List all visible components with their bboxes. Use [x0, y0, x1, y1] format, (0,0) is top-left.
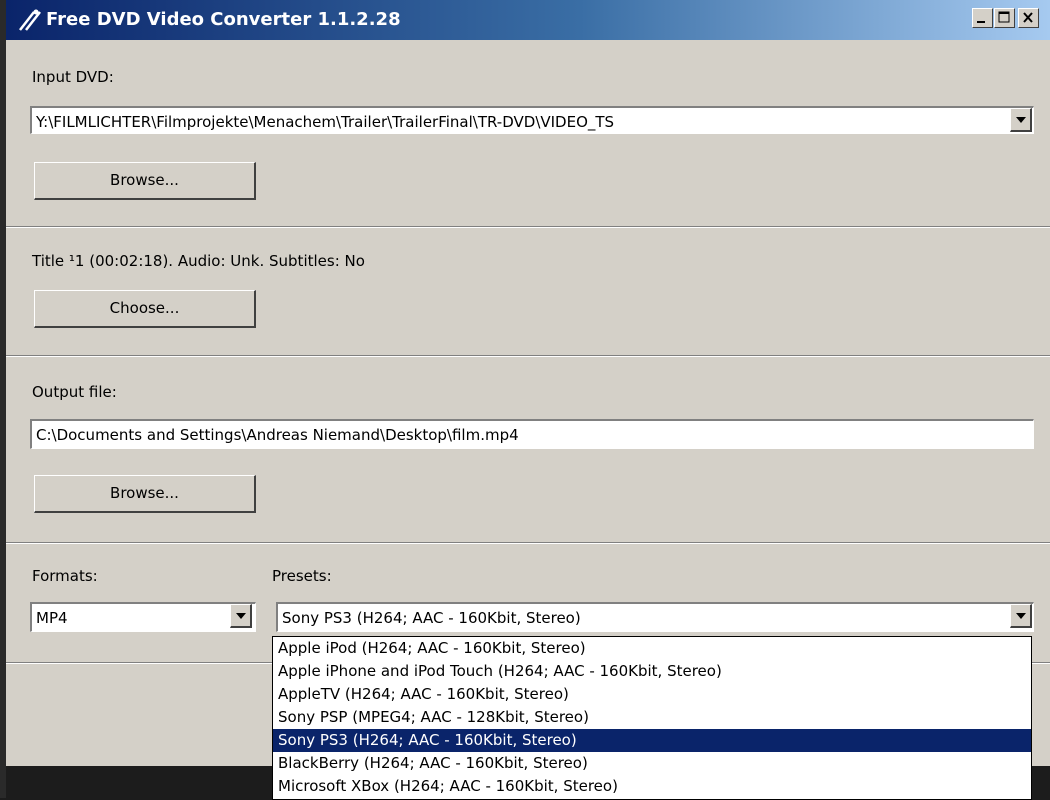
preset-option-selected[interactable]: Sony PS3 (H264; AAC - 160Kbit, Stereo) — [273, 729, 1031, 752]
separator — [6, 542, 1050, 544]
formats-label: Formats: — [32, 567, 98, 585]
formats-combobox[interactable]: MP4 — [30, 602, 256, 632]
chevron-down-icon — [236, 613, 246, 619]
input-browse-button[interactable]: Browse... — [34, 162, 256, 200]
presets-dropdown-button[interactable] — [1010, 604, 1032, 628]
chevron-down-icon — [1016, 117, 1026, 123]
presets-label: Presets: — [272, 567, 332, 585]
separator — [6, 226, 1050, 228]
formats-dropdown-button[interactable] — [230, 604, 252, 628]
close-button[interactable] — [1018, 8, 1039, 28]
output-browse-button[interactable]: Browse... — [34, 475, 256, 513]
separator — [6, 355, 1050, 357]
app-logo-icon — [19, 9, 41, 31]
input-dvd-dropdown-button[interactable] — [1010, 108, 1032, 132]
preset-option[interactable]: Apple iPhone and iPod Touch (H264; AAC -… — [273, 660, 1031, 683]
title-bar[interactable]: Free DVD Video Converter 1.1.2.28 — [6, 0, 1050, 40]
input-dvd-value: Y:\FILMLICHTER\Filmprojekte\Menachem\Tra… — [36, 113, 615, 131]
minimize-button[interactable] — [972, 8, 993, 28]
maximize-icon — [998, 11, 1010, 23]
minimize-icon — [977, 21, 985, 23]
preset-option[interactable]: Sony PSP (MPEG4; AAC - 128Kbit, Stereo) — [273, 706, 1031, 729]
preset-option[interactable]: Apple iPod (H264; AAC - 160Kbit, Stereo) — [273, 637, 1031, 660]
formats-value: MP4 — [36, 609, 68, 627]
input-dvd-label: Input DVD: — [32, 68, 114, 86]
input-dvd-combobox[interactable]: Y:\FILMLICHTER\Filmprojekte\Menachem\Tra… — [30, 106, 1034, 134]
preset-option[interactable]: Microsoft XBox (H264; AAC - 160Kbit, Ste… — [273, 775, 1031, 798]
title-info-text: Title ¹1 (00:02:18). Audio: Unk. Subtitl… — [32, 252, 365, 270]
presets-dropdown-list[interactable]: Apple iPod (H264; AAC - 160Kbit, Stereo)… — [272, 636, 1032, 800]
output-file-value: C:\Documents and Settings\Andreas Nieman… — [36, 426, 519, 444]
choose-title-button[interactable]: Choose... — [34, 290, 256, 328]
preset-option[interactable]: BlackBerry (H264; AAC - 160Kbit, Stereo) — [273, 752, 1031, 775]
output-file-input[interactable]: C:\Documents and Settings\Andreas Nieman… — [30, 419, 1034, 449]
close-icon — [1023, 12, 1033, 23]
chevron-down-icon — [1016, 613, 1026, 619]
window-title: Free DVD Video Converter 1.1.2.28 — [46, 9, 401, 30]
preset-option[interactable]: AppleTV (H264; AAC - 160Kbit, Stereo) — [273, 683, 1031, 706]
presets-value: Sony PS3 (H264; AAC - 160Kbit, Stereo) — [282, 609, 581, 627]
presets-combobox[interactable]: Sony PS3 (H264; AAC - 160Kbit, Stereo) — [276, 602, 1034, 632]
maximize-button[interactable] — [994, 8, 1015, 28]
output-file-label: Output file: — [32, 383, 117, 401]
